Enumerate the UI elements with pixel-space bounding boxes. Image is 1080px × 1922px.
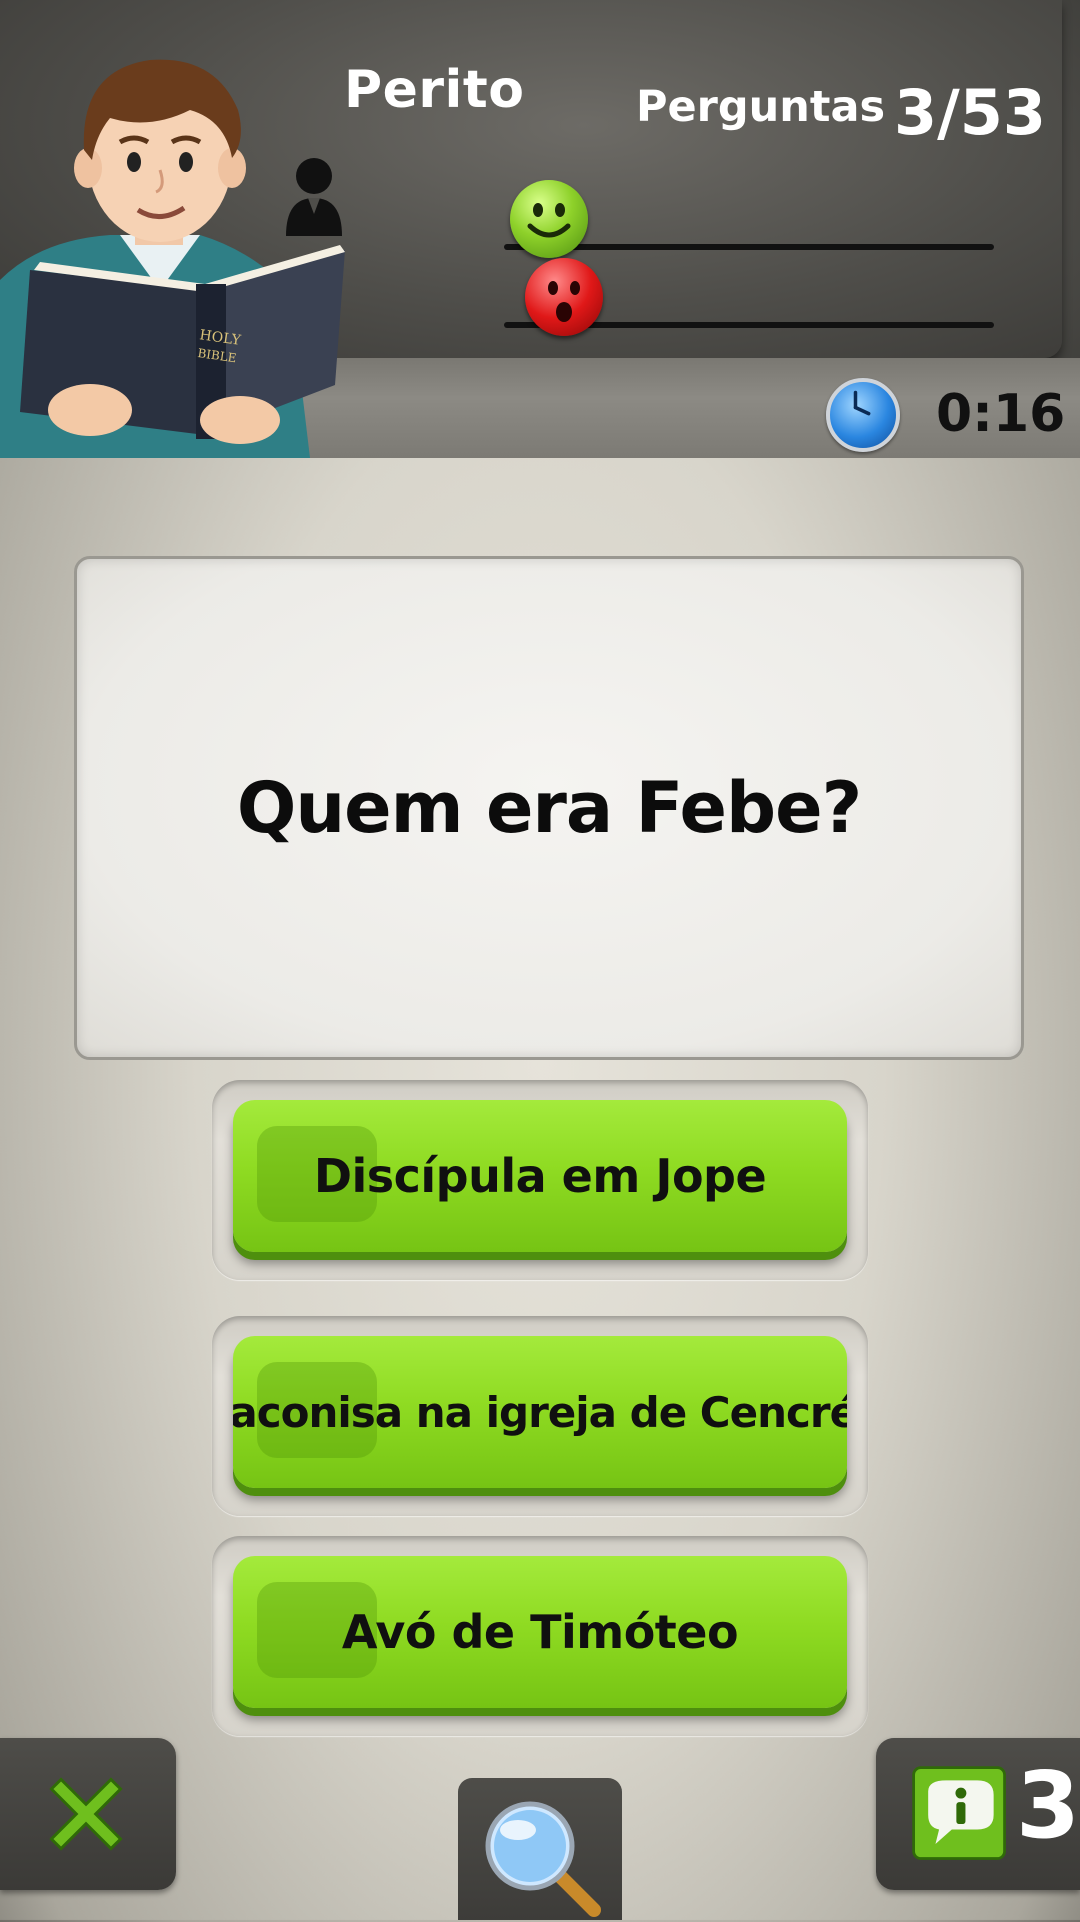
answer-button-1[interactable]: Discípula em Jope — [233, 1100, 847, 1252]
hint-button[interactable]: 3 — [876, 1738, 1080, 1890]
answer-slot: Avó de Timóteo — [212, 1536, 868, 1736]
answer-button-3[interactable]: Avó de Timóteo — [233, 1556, 847, 1708]
info-speech-bubble-icon — [912, 1766, 1006, 1860]
level-title: Perito — [344, 60, 525, 120]
answer-slot: Discípula em Jope — [212, 1080, 868, 1280]
happy-smiley-icon — [510, 180, 588, 258]
timer: 0:16 — [936, 384, 1066, 444]
answer-label: Discípula em Jope — [313, 1149, 767, 1203]
answer-label: Diaconisa na igreja de Cencréia — [233, 1387, 847, 1437]
answer-label: Avó de Timóteo — [341, 1605, 739, 1659]
close-x-icon — [49, 1777, 123, 1851]
close-button[interactable] — [0, 1738, 176, 1890]
answer-slot: Diaconisa na igreja de Cencréia — [212, 1316, 868, 1516]
sad-smiley-icon — [525, 258, 603, 336]
questions-count: 3/53 — [894, 76, 1047, 149]
search-button[interactable] — [458, 1778, 622, 1920]
hint-count: 3 — [1016, 1752, 1080, 1859]
magnifier-icon — [485, 1801, 601, 1917]
questions-label: Perguntas — [636, 82, 886, 132]
character-reading-bible-image: HOLY BIBLE — [0, 59, 345, 458]
game-header: HOLY BIBLE Perito Perguntas 3/53 0:16 — [0, 0, 1080, 458]
question-card: Quem era Febe? — [74, 556, 1024, 1060]
player-silhouette-icon — [286, 158, 342, 236]
question-text: Quem era Febe? — [236, 767, 862, 849]
clock-icon — [826, 378, 900, 452]
answer-button-2[interactable]: Diaconisa na igreja de Cencréia — [233, 1336, 847, 1488]
